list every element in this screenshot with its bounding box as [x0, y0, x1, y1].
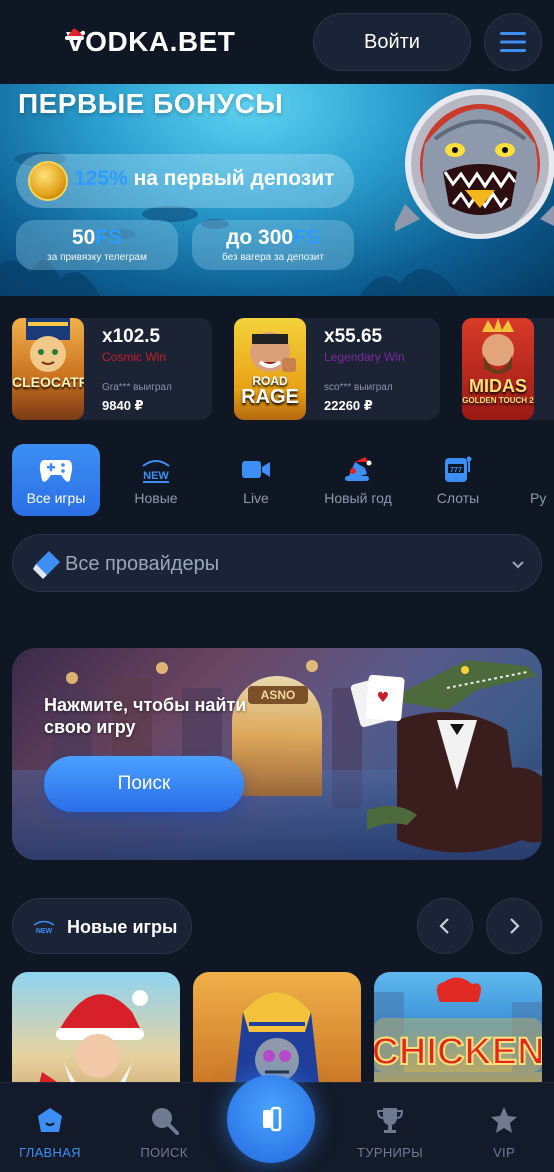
thumb-subtitle: GOLDEN TOUCH 2	[462, 396, 534, 405]
cleocatra-art	[26, 318, 70, 372]
tab-label: Live	[243, 490, 269, 506]
slot-machine-icon: 777	[445, 456, 472, 482]
promo-message: Нажмите, чтобы найти свою игру	[44, 695, 247, 737]
search-promo-card[interactable]: ASNO Нажмите, чтобы найти свою игру Поис…	[12, 648, 542, 860]
win-amount: 9840 ₽	[102, 398, 144, 413]
thumb-title: MIDAS	[469, 376, 527, 396]
win-user: sco*** выиграл	[324, 382, 393, 393]
bonus-card1-value: 50	[71, 226, 96, 249]
win-user: Gra*** выиграл	[102, 382, 172, 393]
new-badge-text: NEW	[36, 928, 53, 935]
recent-wins-strip: CLEOCATRA x102.5 Cosmic Win Gra*** выигр…	[0, 318, 554, 420]
tab-new-year[interactable]: Новый год	[312, 444, 404, 516]
search-icon	[152, 1108, 179, 1135]
tab-label: Слоты	[436, 490, 480, 506]
tab-live[interactable]: Live	[212, 444, 300, 516]
home-icon	[38, 1108, 62, 1132]
nav-home[interactable]: ГЛАВНАЯ	[0, 1083, 100, 1172]
cards-icon	[263, 1106, 282, 1132]
shark-mascot-image	[395, 89, 554, 239]
logo[interactable]: VODKA.BET	[65, 22, 236, 62]
game-thumbnail: MIDAS GOLDEN TOUCH 2	[462, 318, 534, 420]
tab-label: Новые	[134, 490, 178, 506]
eraser-icon	[33, 551, 60, 579]
center-action-button[interactable]	[227, 1075, 315, 1163]
tab-new[interactable]: NEW Новые	[112, 444, 200, 516]
chevron-right-icon	[510, 918, 520, 934]
svg-text:777: 777	[450, 467, 462, 474]
top-header: VODKA.BET Войти	[0, 0, 554, 84]
tab-slots[interactable]: 777 Слоты	[414, 444, 502, 516]
nav-vip[interactable]: VIP	[454, 1083, 554, 1172]
new-games-header[interactable]: NEW Новые игры	[12, 898, 192, 954]
video-camera-icon	[242, 461, 270, 478]
nav-label: ПОИСК	[140, 1145, 188, 1160]
bonus-card-telegram: 50FS за привязку телеграм	[16, 220, 178, 270]
new-badge-icon: NEW	[142, 460, 170, 483]
prev-button[interactable]	[417, 898, 473, 954]
game-thumbnail: CLEOCATRA	[12, 318, 84, 420]
win-card[interactable]: MIDAS GOLDEN TOUCH 2	[462, 318, 554, 420]
bonus-card1-caption: за привязку телеграм	[47, 252, 147, 263]
nav-tournaments[interactable]: ТУРНИРЫ	[340, 1083, 440, 1172]
crocodile-mascot-image: ♥	[350, 660, 542, 853]
bonus-main-text: на первый депозит	[133, 167, 335, 190]
win-card[interactable]: ROAD RAGE x55.65 Legendary Win sco*** вы…	[234, 318, 440, 420]
svg-text:♥: ♥	[377, 690, 390, 706]
new-badge-icon: NEW	[33, 920, 55, 935]
win-multiplier: x55.65	[324, 326, 383, 347]
thumb-title: CLEOCATRA	[12, 374, 84, 390]
star-icon	[491, 1107, 517, 1133]
login-button[interactable]: Войти	[313, 13, 471, 71]
bonus-card2-value: до 300	[226, 226, 294, 249]
thumb-title: RAGE	[241, 386, 299, 408]
promo-banner[interactable]: ПЕРВЫЕ БОНУСЫ 125% на первый депозит 50F…	[0, 84, 554, 296]
win-game-name: Cosmic Win	[102, 350, 167, 364]
search-button[interactable]: Поиск	[44, 756, 244, 812]
chevron-down-icon	[512, 561, 524, 569]
nav-search[interactable]: ПОИСК	[114, 1083, 214, 1172]
hamburger-icon	[500, 32, 526, 52]
section-title: Новые игры	[67, 917, 178, 937]
page: VODKA.BET Войти ПЕРВЫЕ БОНУСЫ 125% на пе…	[0, 0, 554, 1172]
next-button[interactable]	[486, 898, 542, 954]
chevron-left-icon	[439, 918, 449, 934]
nav-label: ГЛАВНАЯ	[19, 1145, 81, 1160]
providers-select[interactable]: Все провайдеры	[12, 534, 542, 592]
bonus-card2-unit: FS	[293, 226, 320, 249]
game-thumbnail: ROAD RAGE	[234, 318, 306, 420]
tab-all-games[interactable]: Все игры	[12, 444, 100, 516]
providers-label: Все провайдеры	[65, 553, 220, 575]
bonus-card-wager: до 300FS без вагера за депозит	[192, 220, 354, 270]
bonus-card1-unit: FS	[95, 226, 123, 249]
santa-hat-icon	[65, 28, 86, 40]
logo-text: VODKA.BET	[66, 26, 236, 57]
banner-title: ПЕРВЫЕ БОНУСЫ	[18, 88, 284, 119]
game-title: CHICKEN	[374, 1031, 542, 1073]
trophy-icon	[376, 1108, 404, 1133]
svg-text:NEW: NEW	[143, 470, 169, 482]
tab-label: Все игры	[26, 490, 86, 506]
category-tabs: Все игры NEW Новые Live Новый год 777 Сл…	[0, 444, 554, 516]
nav-label: ТУРНИРЫ	[357, 1145, 423, 1160]
menu-button[interactable]	[484, 13, 542, 71]
win-card[interactable]: CLEOCATRA x102.5 Cosmic Win Gra*** выигр…	[12, 318, 212, 420]
nav-label: VIP	[493, 1145, 515, 1160]
gold-coin-icon	[28, 161, 68, 201]
win-amount: 22260 ₽	[324, 398, 373, 413]
win-game-name: Legendary Win	[324, 350, 405, 364]
tab-more[interactable]: Ру	[516, 444, 554, 516]
bonus-main-pill: 125% на первый депозит	[16, 154, 354, 208]
santa-hat-icon	[345, 457, 372, 481]
tab-label: Новый год	[324, 490, 392, 506]
gamepad-icon	[39, 460, 73, 482]
win-multiplier: x102.5	[102, 326, 161, 347]
bonus-percent: 125%	[74, 167, 128, 190]
tab-label: Ру	[530, 490, 547, 506]
bonus-card2-caption: без вагера за депозит	[222, 252, 324, 263]
